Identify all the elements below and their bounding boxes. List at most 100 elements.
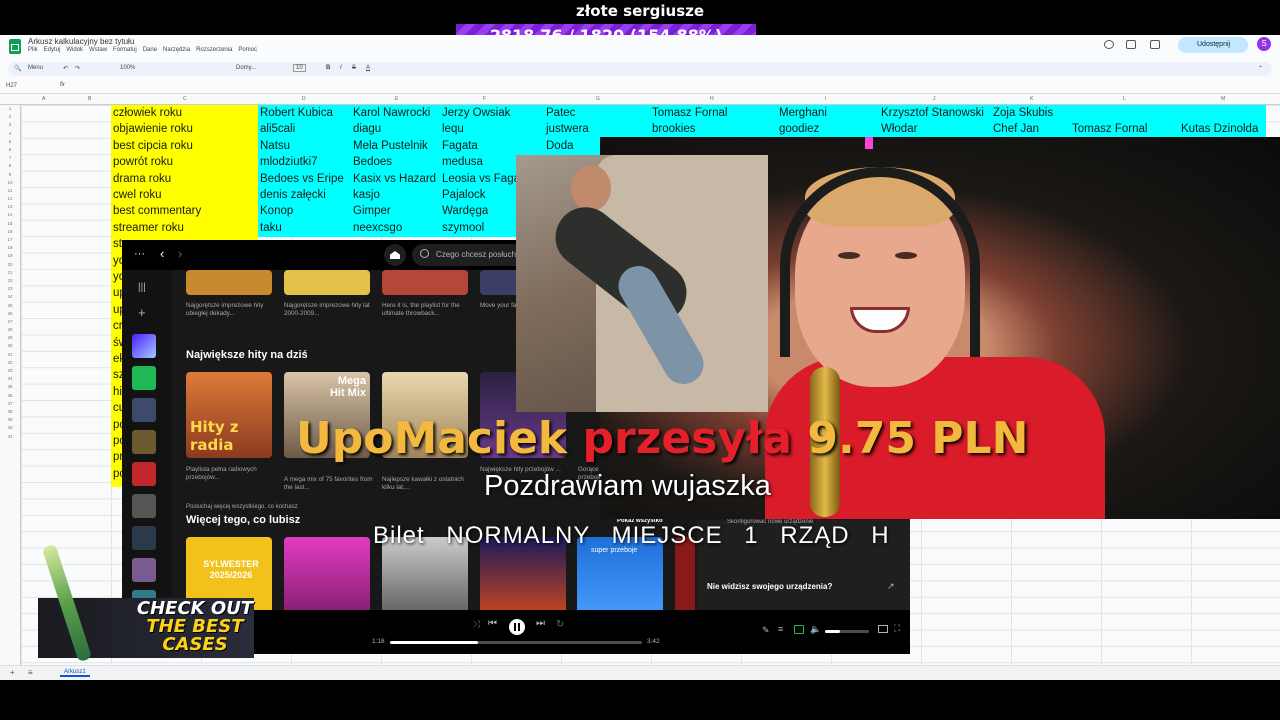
col-header-g[interactable]: G <box>596 96 600 102</box>
document-title[interactable]: Arkusz kalkulacyjny bez tytułu <box>28 37 134 46</box>
row-number[interactable]: 9 <box>0 171 20 179</box>
row-number[interactable]: 16 <box>0 228 20 236</box>
row-number[interactable]: 32 <box>0 359 20 367</box>
text-color-icon[interactable]: A <box>366 65 370 71</box>
nominee-cell[interactable]: Krzysztof Stanowski <box>879 105 991 121</box>
previous-icon[interactable]: ⏮ <box>488 618 497 629</box>
zoom-select[interactable]: 100% <box>120 65 135 71</box>
menu-insert[interactable]: Wstaw <box>89 47 107 53</box>
row-number[interactable]: 13 <box>0 203 20 211</box>
col-header-c[interactable]: C <box>183 96 187 102</box>
menu-file[interactable]: Plik <box>28 47 38 53</box>
row-number[interactable]: 23 <box>0 285 20 293</box>
nominee-cell[interactable]: ali5cali <box>258 121 351 137</box>
nominee-cell[interactable]: Natsu <box>258 138 351 154</box>
category-cell[interactable]: człowiek roku <box>111 105 258 122</box>
strikethrough-icon[interactable]: S <box>352 65 356 71</box>
nominee-cell[interactable]: Patec <box>544 105 650 121</box>
sheets-logo-icon[interactable] <box>9 39 21 54</box>
library-icon[interactable]: ||| <box>138 282 146 293</box>
nominee-cell[interactable]: brookies <box>650 121 777 137</box>
menu-view[interactable]: Widok <box>66 47 83 53</box>
row-number[interactable]: 5 <box>0 138 20 146</box>
all-sheets-icon[interactable]: ≡ <box>28 668 33 677</box>
row-number[interactable]: 25 <box>0 302 20 310</box>
row-number[interactable]: 27 <box>0 318 20 326</box>
liked-songs-tile[interactable] <box>132 334 156 358</box>
playlist-card[interactable] <box>186 270 272 295</box>
create-playlist-icon[interactable]: + <box>138 305 146 320</box>
col-header-f[interactable]: F <box>483 96 486 102</box>
lyrics-icon[interactable]: ✎ <box>762 625 770 636</box>
shuffle-icon[interactable]: ⤨ <box>472 619 480 630</box>
back-icon[interactable]: ‹ <box>160 246 164 261</box>
category-cell[interactable]: powrót roku <box>111 154 258 171</box>
row-number[interactable]: 30 <box>0 342 20 350</box>
history-icon[interactable] <box>1104 40 1114 49</box>
row-number[interactable]: 39 <box>0 416 20 424</box>
bold-icon[interactable]: B <box>326 65 330 71</box>
miniplayer-icon[interactable] <box>878 625 888 633</box>
font-size-input[interactable]: 10 <box>293 64 306 72</box>
row-number[interactable]: 6 <box>0 146 20 154</box>
pause-button[interactable] <box>509 619 525 635</box>
nominee-cell[interactable]: Kutas Dzinolda <box>1179 121 1266 137</box>
nominee-cell[interactable]: Zoja Skubis <box>991 105 1070 121</box>
col-header-b[interactable]: B <box>88 96 91 102</box>
nominee-cell[interactable]: lequ <box>440 121 544 137</box>
nominee-cell[interactable]: Fagata <box>440 138 544 154</box>
section-title[interactable]: Więcej tego, co lubisz <box>186 514 300 526</box>
nominee-cell[interactable]: goodiez <box>777 121 879 137</box>
connect-device-icon[interactable] <box>794 625 804 634</box>
volume-icon[interactable]: 🔈 <box>810 624 821 635</box>
nominee-cell[interactable]: Tomasz Fornal <box>650 105 777 121</box>
meet-icon[interactable] <box>1150 40 1160 49</box>
row-number[interactable]: 18 <box>0 244 20 252</box>
collapse-toolbar-icon[interactable]: ⌃ <box>1258 65 1263 72</box>
repeat-icon[interactable]: ↻ <box>556 619 564 630</box>
add-sheet-icon[interactable]: + <box>10 668 15 677</box>
forward-icon[interactable]: › <box>178 246 182 261</box>
row-number[interactable]: 31 <box>0 351 20 359</box>
row-number[interactable]: 20 <box>0 261 20 269</box>
menu-format[interactable]: Formatuj <box>113 47 137 53</box>
nominee-cell[interactable]: justwera <box>544 121 650 137</box>
section-title[interactable]: Największe hity na dziś <box>186 349 308 361</box>
nominee-cell[interactable]: neexcsgo <box>351 220 440 236</box>
col-header-i[interactable]: I <box>825 96 826 102</box>
col-header-h[interactable]: H <box>710 96 714 102</box>
share-button[interactable]: Udostępnij <box>1178 37 1248 53</box>
home-icon[interactable] <box>384 244 406 266</box>
row-number[interactable]: 28 <box>0 326 20 334</box>
device-hint-link[interactable]: Nie widzisz swojego urządzenia? <box>707 582 832 591</box>
col-header-k[interactable]: K <box>1030 96 1033 102</box>
next-icon[interactable]: ⏭ <box>536 618 545 629</box>
playlist-card-hity-z-radia[interactable]: Hity z radia <box>186 372 272 458</box>
col-header-j[interactable]: J <box>933 96 936 102</box>
search-menu-icon[interactable]: 🔍 <box>14 65 21 72</box>
menu-tools[interactable]: Narzędzia <box>163 47 190 53</box>
sheet-tab-arkusz1[interactable]: Arkusz1 <box>60 669 90 677</box>
nominee-cell[interactable]: Kasix vs Hazard <box>351 171 440 187</box>
col-header-a[interactable]: A <box>42 96 45 102</box>
row-number[interactable]: 21 <box>0 269 20 277</box>
row-number[interactable]: 17 <box>0 236 20 244</box>
col-header-m[interactable]: M <box>1221 96 1225 102</box>
row-number[interactable]: 29 <box>0 334 20 342</box>
row-number[interactable]: 24 <box>0 293 20 301</box>
row-number[interactable]: 4 <box>0 130 20 138</box>
row-number[interactable]: 7 <box>0 154 20 162</box>
col-header-d[interactable]: D <box>302 96 306 102</box>
library-item-tile[interactable] <box>132 398 156 422</box>
row-number[interactable]: 1 <box>0 105 20 113</box>
row-number[interactable]: 19 <box>0 252 20 260</box>
nominee-cell[interactable]: Karol Nawrocki <box>351 105 440 121</box>
playlist-card[interactable] <box>284 270 370 295</box>
row-number[interactable]: 36 <box>0 392 20 400</box>
avatar[interactable]: S <box>1257 37 1271 51</box>
row-number[interactable]: 26 <box>0 310 20 318</box>
category-cell[interactable]: objawienie roku <box>111 121 258 138</box>
library-item-tile[interactable] <box>132 558 156 582</box>
col-header-e[interactable]: E <box>395 96 398 102</box>
row-number[interactable]: 37 <box>0 400 20 408</box>
